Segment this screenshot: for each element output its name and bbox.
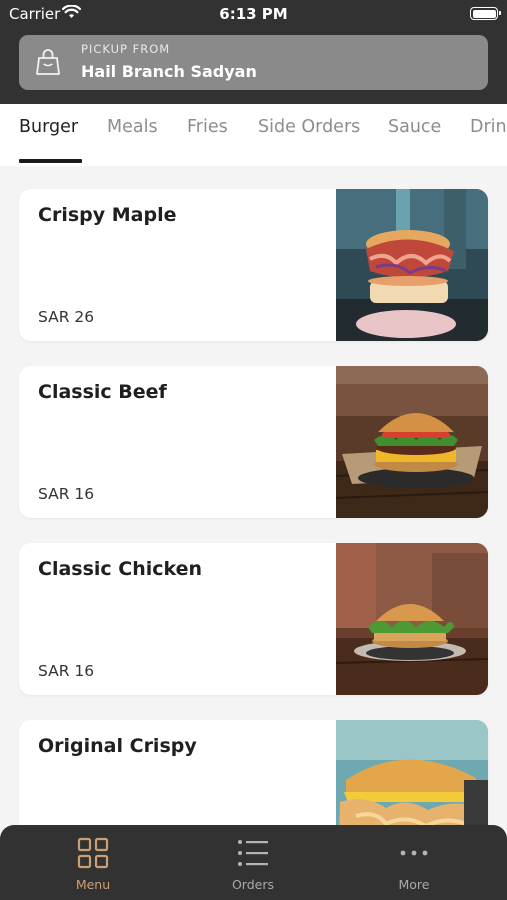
battery-icon [470, 7, 501, 20]
tab-drinks[interactable]: Drinks [470, 117, 507, 137]
item-name: Classic Chicken [38, 558, 203, 580]
item-name: Original Crispy [38, 735, 197, 757]
tabbar-label: Menu [75, 877, 111, 892]
tabbar-menu[interactable]: Menu [48, 837, 138, 892]
menu-item-card[interactable]: Crispy Maple SAR 26 [19, 189, 488, 341]
tabbar-orders[interactable]: Orders [208, 837, 298, 892]
app-header: Carrier 6:13 PM PICKUP FROM Hail Branch … [0, 0, 507, 104]
item-name: Classic Beef [38, 381, 167, 403]
pickup-label: PICKUP FROM [81, 42, 171, 56]
burger-photo [336, 543, 488, 695]
tabbar-more[interactable]: More [369, 837, 459, 892]
menu-item-card[interactable]: Classic Beef SAR 16 [19, 366, 488, 518]
shopping-bag-icon [35, 48, 61, 80]
burger-photo [336, 189, 488, 341]
clock: 6:13 PM [219, 5, 288, 23]
tab-side-orders[interactable]: Side Orders [258, 117, 360, 137]
category-tabs: Burger Meals Fries Side Orders Sauce Dri… [0, 104, 507, 166]
item-price: SAR 16 [38, 662, 95, 680]
pickup-location-selector[interactable]: PICKUP FROM Hail Branch Sadyan [19, 35, 488, 90]
status-bar: Carrier 6:13 PM [0, 0, 507, 28]
tabbar-label: Orders [231, 877, 275, 892]
item-price: SAR 16 [38, 485, 95, 503]
menu-item-card[interactable]: Classic Chicken SAR 16 [19, 543, 488, 695]
item-price: SAR 26 [38, 308, 95, 326]
tab-meals[interactable]: Meals [107, 117, 158, 137]
more-icon [398, 837, 430, 873]
tabbar-label: More [398, 877, 430, 892]
item-name: Crispy Maple [38, 204, 177, 226]
burger-photo [336, 366, 488, 518]
tab-burger[interactable]: Burger [19, 117, 78, 137]
bottom-tab-bar: Menu Orders More [0, 825, 507, 900]
tab-sauce[interactable]: Sauce [388, 117, 441, 137]
list-icon [236, 837, 270, 873]
tab-fries[interactable]: Fries [187, 117, 228, 137]
pickup-branch-name: Hail Branch Sadyan [81, 62, 257, 81]
grid-icon [77, 837, 109, 873]
active-tab-indicator [19, 159, 82, 163]
